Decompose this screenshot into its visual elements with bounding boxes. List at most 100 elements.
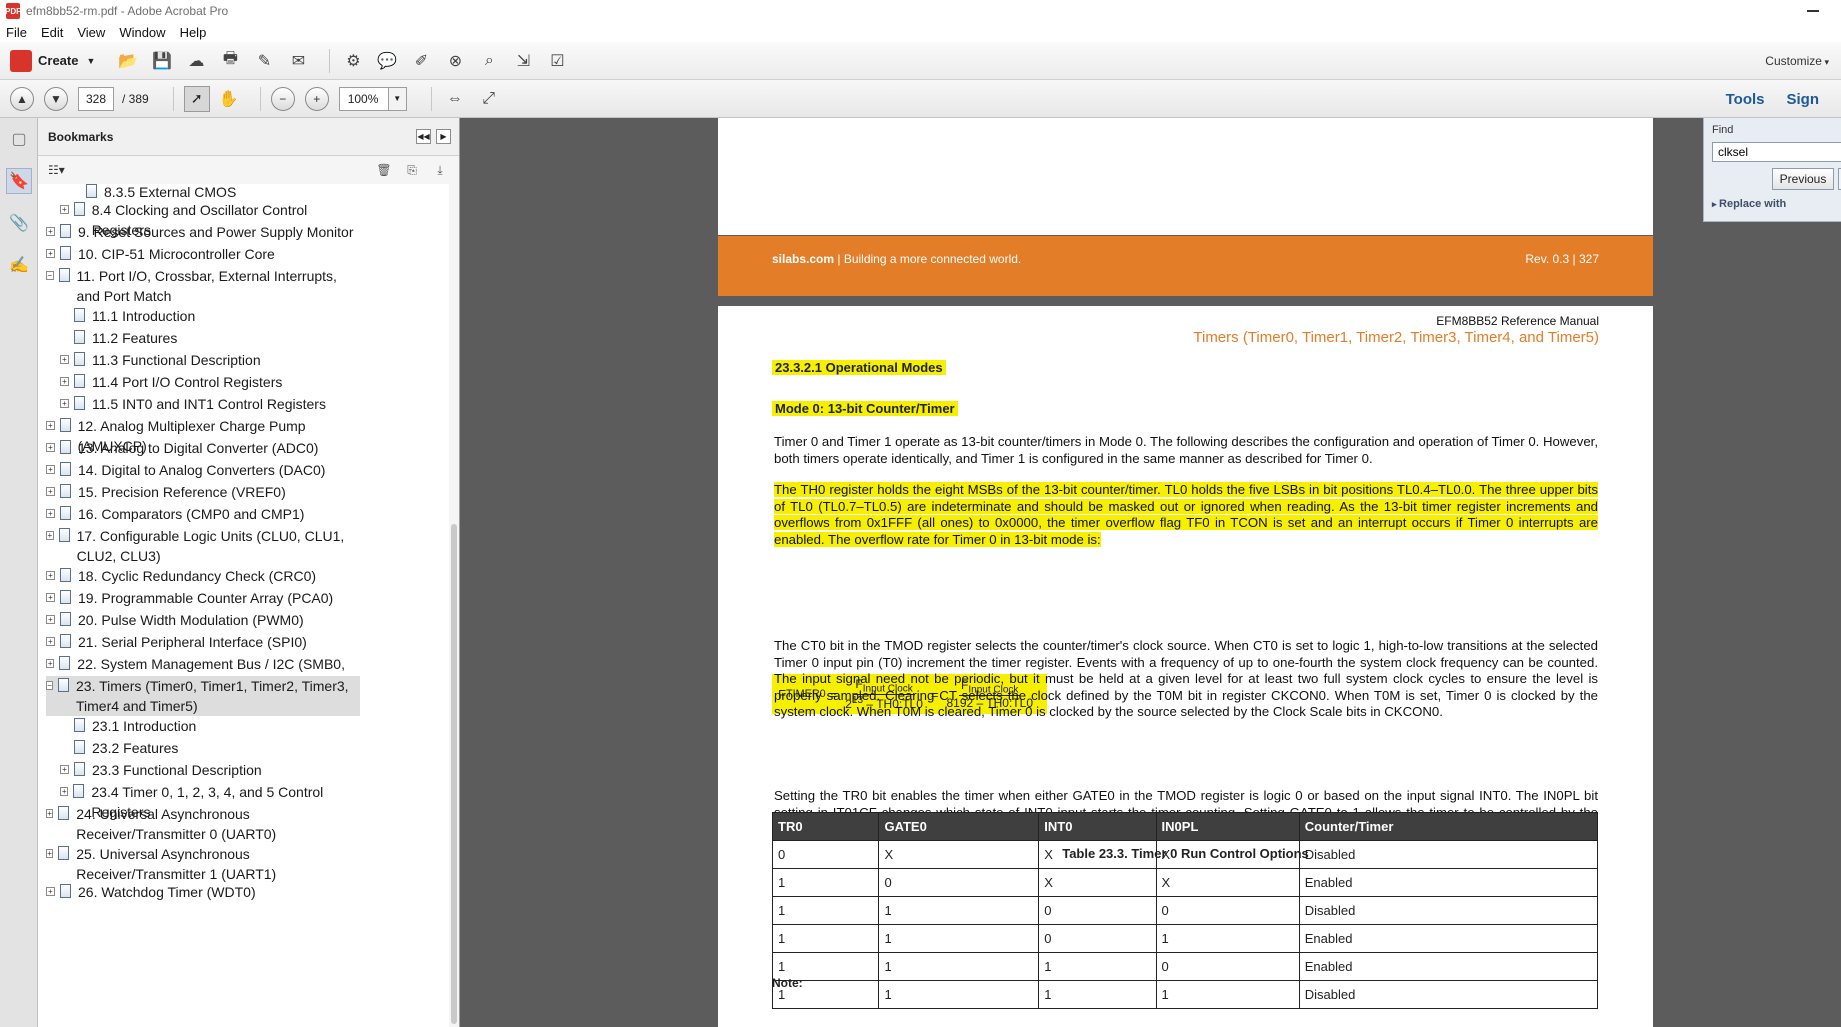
delete-page-icon[interactable]: ⊗: [442, 48, 468, 74]
bookmark-icon[interactable]: 🔖: [6, 168, 32, 194]
bookmark-item[interactable]: +26. Watchdog Timer (WDT0): [46, 882, 360, 902]
signature-icon[interactable]: ✍: [6, 252, 32, 278]
bookmark-item[interactable]: 11.2 Features: [60, 328, 360, 348]
fit-width-icon[interactable]: ⇔: [442, 86, 468, 112]
bookmark-item[interactable]: +9. Reset Sources and Power Supply Monit…: [46, 222, 360, 242]
previous-button[interactable]: Previous: [1772, 168, 1834, 190]
expand-icon[interactable]: +: [46, 659, 55, 668]
cloud-upload-icon[interactable]: ☁: [183, 48, 209, 74]
open-folder-icon[interactable]: 📂: [115, 48, 141, 74]
page-thumbnails-icon[interactable]: ▢: [6, 126, 32, 152]
bookmark-item[interactable]: +18. Cyclic Redundancy Check (CRC0): [46, 566, 360, 586]
expand-icon[interactable]: +: [46, 249, 55, 258]
bookmark-item[interactable]: +16. Comparators (CMP0 and CMP1): [46, 504, 360, 524]
expand-icon[interactable]: +: [46, 487, 55, 496]
expand-bookmark-icon[interactable]: ⤓: [431, 162, 449, 178]
bookmark-item[interactable]: +10. CIP-51 Microcontroller Core: [46, 244, 360, 264]
email-icon[interactable]: ✉: [285, 48, 311, 74]
bookmark-item[interactable]: 23.1 Introduction: [60, 716, 360, 736]
scrollbar-thumb[interactable]: [451, 524, 457, 1024]
collapse-panel-icon[interactable]: ◀◀: [416, 129, 431, 144]
expand-icon[interactable]: +: [60, 205, 69, 214]
bookmarks-scrollbar[interactable]: [449, 184, 459, 1027]
bookmark-item[interactable]: +23.3 Functional Description: [60, 760, 360, 780]
expand-icon[interactable]: +: [46, 509, 55, 518]
expand-icon[interactable]: +: [46, 809, 54, 818]
bookmark-item[interactable]: +24. Universal Asynchronous Receiver/Tra…: [46, 804, 360, 844]
tab-tools[interactable]: Tools: [1726, 91, 1765, 108]
menu-file[interactable]: File: [6, 25, 27, 40]
bookmark-item[interactable]: +11.4 Port I/O Control Registers: [60, 372, 360, 392]
expand-icon[interactable]: +: [46, 443, 55, 452]
bookmark-item[interactable]: +19. Programmable Counter Array (PCA0): [46, 588, 360, 608]
menu-edit[interactable]: Edit: [41, 25, 63, 40]
zoom-out-icon[interactable]: −: [270, 86, 295, 111]
bookmark-item[interactable]: +14. Digital to Analog Converters (DAC0): [46, 460, 360, 480]
expand-icon[interactable]: +: [46, 421, 55, 430]
new-bookmark-icon[interactable]: ⎘: [403, 162, 421, 178]
print-icon[interactable]: 🖶: [217, 48, 243, 74]
comment-icon[interactable]: 💬: [374, 48, 400, 74]
expand-icon[interactable]: +: [46, 531, 54, 540]
page-number-input[interactable]: 328: [78, 86, 114, 111]
bookmark-item[interactable]: +17. Configurable Logic Units (CLU0, CLU…: [46, 526, 360, 566]
expand-icon[interactable]: +: [60, 765, 69, 774]
bookmark-item[interactable]: +11.5 INT0 and INT1 Control Registers: [60, 394, 360, 414]
save-icon[interactable]: 💾: [149, 48, 175, 74]
bookmark-item[interactable]: +15. Precision Reference (VREF0): [46, 482, 360, 502]
bookmark-options-icon[interactable]: ☷▾: [48, 163, 65, 177]
replace-with-toggle[interactable]: Replace with: [1712, 198, 1786, 210]
close-panel-icon[interactable]: ▶: [436, 129, 451, 144]
table-cell: 1: [771, 924, 880, 953]
expand-icon[interactable]: +: [46, 887, 55, 896]
bookmark-item[interactable]: +25. Universal Asynchronous Receiver/Tra…: [46, 844, 360, 884]
zoom-dropdown-icon[interactable]: ▼: [388, 86, 407, 111]
menu-window[interactable]: Window: [119, 25, 165, 40]
bookmark-item[interactable]: − 23. Timers (Timer0, Timer1, Timer2, Tim…: [46, 676, 360, 716]
expand-icon[interactable]: +: [46, 593, 55, 602]
minimize-button[interactable]: [1807, 10, 1819, 12]
expand-icon[interactable]: +: [46, 571, 55, 580]
expand-icon[interactable]: +: [46, 637, 55, 646]
edit-icon[interactable]: ✎: [251, 48, 277, 74]
bookmark-label: 10. CIP-51 Microcontroller Core: [78, 246, 275, 262]
collapse-icon[interactable]: −: [46, 271, 54, 280]
expand-icon[interactable]: +: [60, 355, 69, 364]
bookmark-item[interactable]: +13. Analog to Digital Converter (ADC0): [46, 438, 360, 458]
tab-sign[interactable]: Sign: [1787, 91, 1820, 108]
expand-icon[interactable]: +: [60, 399, 69, 408]
gear-icon[interactable]: ⚙: [340, 48, 366, 74]
form-icon[interactable]: ☑: [544, 48, 570, 74]
expand-icon[interactable]: +: [60, 377, 69, 386]
hand-tool-icon[interactable]: ✋: [216, 86, 242, 112]
menu-help[interactable]: Help: [180, 25, 207, 40]
select-cursor-icon[interactable]: ➚: [183, 85, 210, 112]
fit-page-icon[interactable]: ⤢: [476, 86, 502, 112]
find-input[interactable]: [1712, 142, 1841, 162]
bookmark-item[interactable]: − 11. Port I/O, Crossbar, External Interr…: [46, 266, 360, 306]
expand-icon[interactable]: +: [46, 227, 55, 236]
arrow-up-icon[interactable]: ▲: [10, 86, 34, 111]
search-document-icon[interactable]: ⌕: [476, 48, 502, 74]
collapse-icon[interactable]: −: [46, 681, 53, 690]
bookmark-item[interactable]: +20. Pulse Width Modulation (PWM0): [46, 610, 360, 630]
highlight-icon[interactable]: ✐: [408, 48, 434, 74]
bookmark-item[interactable]: 11.1 Introduction: [60, 306, 360, 326]
menu-view[interactable]: View: [77, 25, 105, 40]
expand-icon[interactable]: +: [46, 465, 55, 474]
export-icon[interactable]: ⇲: [510, 48, 536, 74]
expand-icon[interactable]: +: [46, 615, 55, 624]
trash-icon[interactable]: 🗑: [375, 162, 393, 178]
customize-menu[interactable]: Customize: [1765, 54, 1829, 68]
expand-icon[interactable]: +: [46, 849, 54, 858]
expand-icon: [72, 187, 81, 196]
create-button[interactable]: Create ▼: [10, 49, 95, 72]
arrow-down-icon[interactable]: ▼: [44, 86, 68, 111]
zoom-in-icon[interactable]: +: [304, 86, 329, 111]
bookmark-item[interactable]: +21. Serial Peripheral Interface (SPI0): [46, 632, 360, 652]
bookmark-item[interactable]: +11.3 Functional Description: [60, 350, 360, 370]
expand-icon[interactable]: +: [60, 787, 69, 796]
bookmark-item[interactable]: 23.2 Features: [60, 738, 360, 758]
attachment-icon[interactable]: 📎: [6, 210, 32, 236]
zoom-level-input[interactable]: 100%: [338, 86, 389, 111]
